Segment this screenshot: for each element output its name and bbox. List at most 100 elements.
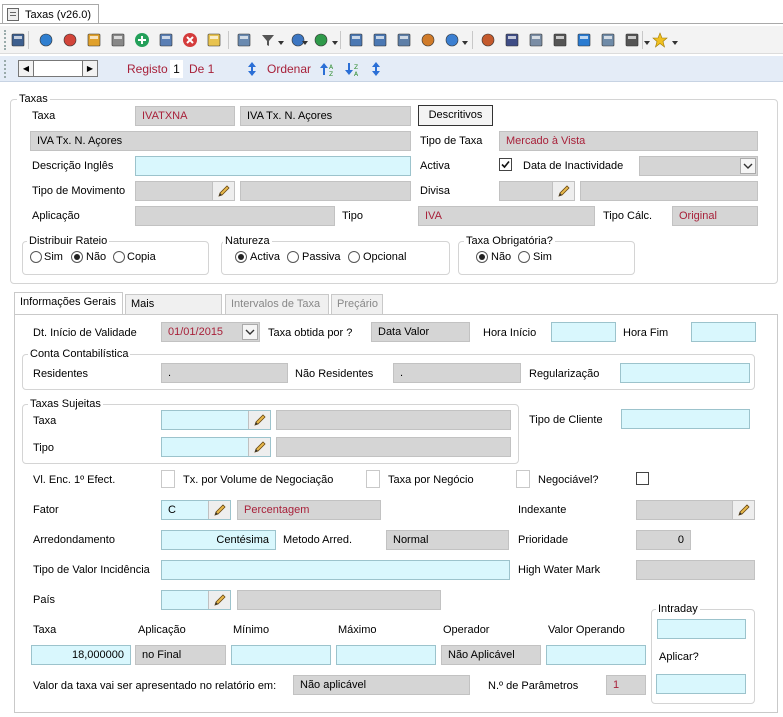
dropdown-arrow-icon[interactable] [672,37,678,45]
n-param-field[interactable]: 1 [606,675,646,695]
valor-operando-field[interactable] [546,645,646,665]
operador-field[interactable]: Não Aplicável [441,645,541,665]
pais-field[interactable] [161,590,231,610]
sort-asc-icon[interactable]: AZ [320,61,338,78]
tab-informacoes-gerais[interactable]: Informações Gerais [14,292,123,315]
tipo-field[interactable]: IVA [418,206,595,226]
natureza-activa-radio[interactable] [235,251,247,263]
dropdown-arrow-icon[interactable] [278,37,284,45]
metodo-field[interactable]: Normal [386,530,509,550]
people-icon[interactable] [480,32,496,48]
sort-reset-icon[interactable] [370,61,382,77]
pencil-icon[interactable] [732,501,754,519]
list-icon[interactable] [372,32,388,48]
delete-icon[interactable] [182,32,198,48]
maximo-field[interactable] [336,645,436,665]
descricao-field[interactable]: IVA Tx. N. Açores [30,131,411,151]
print-icon[interactable] [624,32,640,48]
aplicacao-value-field[interactable]: no Final [135,645,226,665]
dropdown-arrow-icon[interactable] [462,37,468,45]
indexante-field[interactable] [636,500,755,520]
scroll-left-button[interactable]: ◀ [19,61,34,76]
tab-mais-informacoes[interactable]: Mais Informações [125,294,222,328]
relatorio-field[interactable]: Não aplicável [293,675,470,695]
taxa-value-field[interactable]: 18,000000 [31,645,131,665]
distribuir-sim-radio[interactable] [30,251,42,263]
link-icon[interactable] [576,32,592,48]
pencil-icon[interactable] [208,501,230,519]
dropdown-arrow-icon[interactable] [644,37,650,45]
pencil-icon[interactable] [248,411,270,429]
residentes-field[interactable]: . [161,363,288,383]
activa-checkbox[interactable] [499,158,512,171]
tipo-movimento-field[interactable] [135,181,235,201]
taxa-code-field[interactable]: IVATXNA [135,106,235,126]
pencil-icon[interactable] [552,182,574,200]
dropdown-arrow-icon[interactable] [302,37,308,45]
data-inactividade-select[interactable] [639,156,758,176]
distribuir-copia-radio[interactable] [113,251,125,263]
export-icon[interactable] [313,32,329,48]
minimo-field[interactable] [231,645,331,665]
refresh-icon[interactable] [38,32,54,48]
pencil-icon[interactable] [212,182,234,200]
aplicar-field[interactable] [656,674,746,694]
document-icon[interactable] [528,32,544,48]
regularizacao-field[interactable] [620,363,750,383]
record-scrollbar[interactable]: ◀ ▶ [18,60,98,77]
calculator-icon[interactable] [236,32,252,48]
divisa-field[interactable] [499,181,575,201]
film-icon[interactable] [552,32,568,48]
intraday-field[interactable] [657,619,746,639]
group-icon[interactable] [86,32,102,48]
pencil-icon[interactable] [248,438,270,456]
book-icon[interactable] [504,32,520,48]
tab-intervalos-de-taxa[interactable]: Intervalos de Taxa [225,294,329,314]
chevron-down-icon[interactable] [740,158,756,174]
edit-icon[interactable] [396,32,412,48]
calendar-icon[interactable] [348,32,364,48]
prioridade-field[interactable]: 0 [636,530,691,550]
registo-input[interactable]: 1 [170,60,183,78]
aplicacao-field[interactable] [135,206,335,226]
help-icon[interactable] [444,32,460,48]
tipo-taxa-field[interactable]: Mercado à Vista [499,131,758,151]
tipo-valor-field[interactable] [161,560,510,580]
taxa-obtida-field[interactable]: Data Valor [371,322,470,342]
hwm-field[interactable] [636,560,755,580]
descritivos-button[interactable]: Descritivos [418,105,493,126]
descricao-ingles-field[interactable] [135,156,411,176]
fator-field[interactable]: C [161,500,231,520]
users-icon[interactable] [110,32,126,48]
suj-taxa-field[interactable] [161,410,271,430]
sort-desc-icon[interactable]: ZA [345,61,363,78]
obrigatoria-sim-radio[interactable] [518,251,530,263]
window-icon[interactable] [600,32,616,48]
note-icon[interactable] [206,32,222,48]
arred-field[interactable]: Centésima [161,530,276,550]
hora-fim-field[interactable] [691,322,756,342]
suj-tipo-field[interactable] [161,437,271,457]
tab-precario[interactable]: Preçário [331,294,383,314]
settings-icon[interactable] [420,32,436,48]
window-tab[interactable]: Taxas (v26.0) [2,4,99,24]
chevron-down-icon[interactable] [242,324,258,340]
taxa-name-field[interactable]: IVA Tx. N. Açores [240,106,411,126]
nao-residentes-field[interactable]: . [393,363,521,383]
undo-icon[interactable] [62,32,78,48]
scroll-right-button[interactable]: ▶ [82,61,97,76]
pencil-icon[interactable] [208,591,230,609]
taxa-negocio-checkbox[interactable] [366,470,380,488]
negociavel-checkbox[interactable] [636,472,649,485]
star-icon[interactable] [652,32,668,48]
negociavel-side-checkbox[interactable] [516,470,530,488]
save-icon[interactable] [10,32,26,48]
filter-icon[interactable] [260,32,276,48]
natureza-passiva-radio[interactable] [287,251,299,263]
tipo-cliente-field[interactable] [621,409,750,429]
sort-updown-icon[interactable] [246,61,258,77]
dropdown-arrow-icon[interactable] [332,37,338,45]
hora-inicio-field[interactable] [551,322,616,342]
natureza-opcional-radio[interactable] [348,251,360,263]
tipo-calc-field[interactable]: Original [672,206,758,226]
